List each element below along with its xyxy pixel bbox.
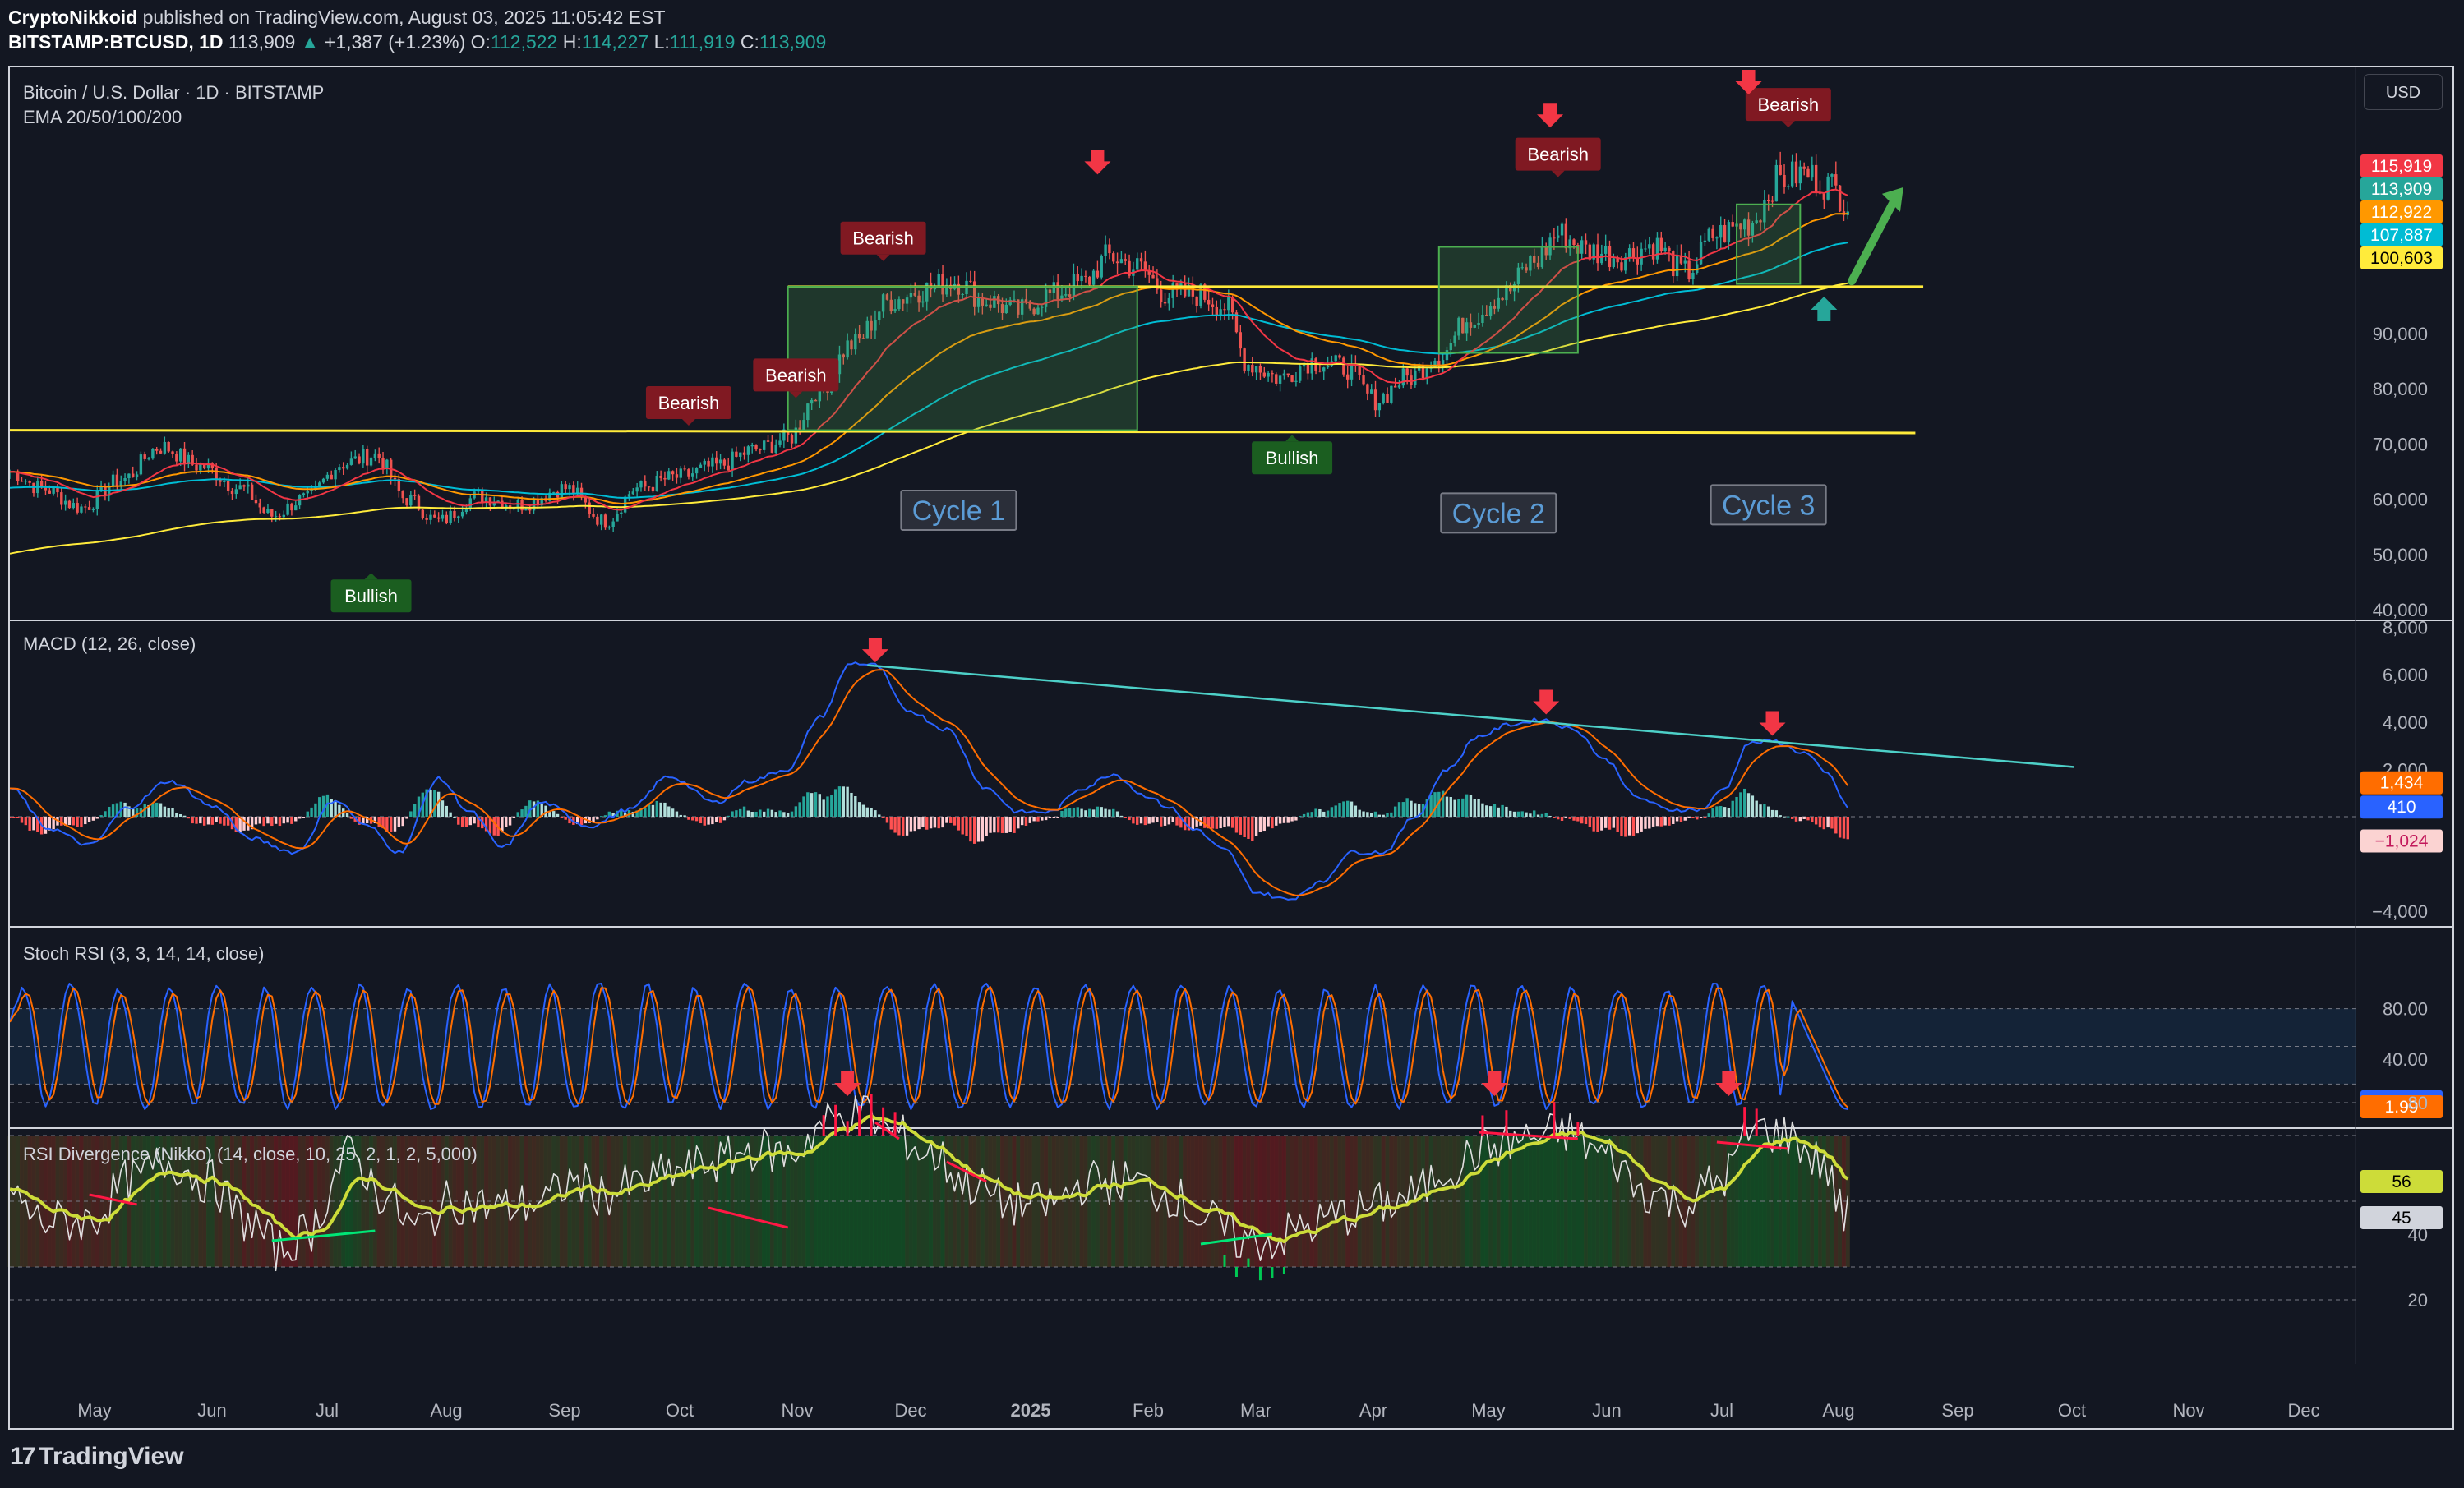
currency-button[interactable]: USD <box>2364 74 2443 110</box>
logo-text: TradingView <box>39 1443 184 1470</box>
chart-frame <box>8 66 2454 1430</box>
footer <box>0 1434 2464 1488</box>
tradingview-logo[interactable]: 17 TradingView <box>10 1443 184 1471</box>
tradingview-logo-icon: 17 <box>10 1443 35 1470</box>
